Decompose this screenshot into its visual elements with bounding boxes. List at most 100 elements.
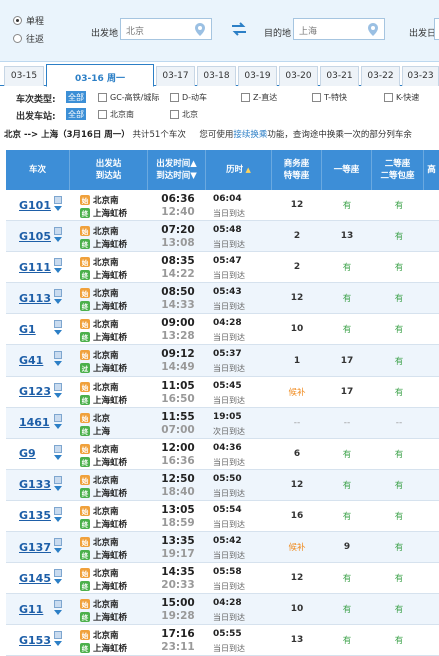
stop-info-icon[interactable]: [54, 351, 62, 360]
filter-gc[interactable]: GC-高铁/城际: [98, 92, 159, 103]
chevron-down-icon[interactable]: [54, 548, 62, 554]
date-tab[interactable]: 03-20: [279, 66, 318, 86]
train-number-link[interactable]: 1461: [19, 416, 50, 429]
table-row[interactable]: G153 始北京南终上海虹桥 17:16 23:11 05:55 当日到达 13 有有: [6, 625, 439, 656]
checkbox[interactable]: [312, 93, 321, 102]
stop-info-icon[interactable]: [54, 258, 62, 267]
col-duration-label[interactable]: 历时: [226, 165, 243, 175]
train-number-link[interactable]: G1: [19, 323, 36, 336]
checkbox[interactable]: [98, 93, 107, 102]
table-row[interactable]: G113 始北京南终上海虹桥 08:50 14:33 05:43 当日到达 12 有有: [6, 283, 439, 315]
table-row[interactable]: G145 始北京南终上海虹桥 14:35 20:33 05:58 当日到达 12 有有: [6, 563, 439, 595]
stop-info-icon[interactable]: [54, 413, 62, 422]
date-tab[interactable]: 03-21: [320, 66, 359, 86]
stop-info-icon[interactable]: [54, 320, 62, 329]
filter-station-beijingnan[interactable]: 北京南: [98, 109, 134, 120]
train-number-link[interactable]: G11: [19, 603, 43, 616]
filter-z[interactable]: Z-直达: [241, 92, 277, 103]
radio-roundtrip[interactable]: [13, 34, 22, 43]
table-row[interactable]: G111 始北京南终上海虹桥 08:35 14:22 05:47 当日到达 2 有有: [6, 252, 439, 284]
chevron-down-icon[interactable]: [54, 392, 62, 398]
filter-k[interactable]: K-快速: [384, 92, 419, 103]
table-row[interactable]: G123 始北京南终上海虹桥 11:05 16:50 05:45 当日到达 候补 17 有: [6, 377, 439, 408]
chevron-down-icon[interactable]: [54, 361, 62, 367]
chevron-down-icon[interactable]: [54, 268, 62, 274]
train-number-link[interactable]: G111: [19, 261, 51, 274]
train-number-link[interactable]: G135: [19, 509, 51, 522]
col-times[interactable]: 出发时间▲ 到达时间▼: [148, 150, 206, 190]
train-number-link[interactable]: G113: [19, 292, 51, 305]
chevron-down-icon[interactable]: [54, 579, 62, 585]
date-tab[interactable]: 03-18: [197, 66, 236, 86]
chevron-down-icon[interactable]: [54, 610, 62, 616]
radio-oneway[interactable]: [13, 16, 22, 25]
checkbox[interactable]: [384, 93, 393, 102]
chevron-down-icon[interactable]: [54, 641, 62, 647]
stop-info-icon[interactable]: [54, 227, 62, 236]
chevron-down-icon[interactable]: [54, 454, 62, 460]
table-row[interactable]: G133 始北京南终上海虹桥 12:50 18:40 05:50 当日到达 12 有有: [6, 469, 439, 501]
checkbox[interactable]: [241, 93, 250, 102]
date-tab[interactable]: 03-15: [4, 66, 44, 86]
from-input[interactable]: 北京: [120, 18, 212, 40]
date-tab[interactable]: 03-19: [238, 66, 277, 86]
location-pin-icon[interactable]: [368, 23, 378, 36]
date-tab[interactable]: 03-17: [156, 66, 195, 86]
train-number-link[interactable]: G101: [19, 199, 51, 212]
train-number-link[interactable]: G41: [19, 354, 43, 367]
checkbox[interactable]: [170, 93, 179, 102]
date-input[interactable]: [434, 18, 439, 40]
table-row[interactable]: G41 始北京南过上海虹桥 09:12 14:49 05:37 当日到达 1 17 有: [6, 345, 439, 377]
chevron-down-icon[interactable]: [54, 423, 62, 429]
train-number-link[interactable]: G123: [19, 385, 51, 398]
stop-info-icon[interactable]: [54, 569, 62, 578]
sort-departure[interactable]: 出发时间▲: [156, 158, 197, 170]
transfer-link[interactable]: 接续换乘: [233, 130, 267, 140]
location-pin-icon[interactable]: [195, 23, 205, 36]
chevron-down-icon[interactable]: [54, 299, 62, 305]
table-row[interactable]: G1 始北京南终上海虹桥 09:00 13:28 04:28 当日到达 10 有有: [6, 314, 439, 346]
sort-arrival[interactable]: 到达时间▼: [156, 170, 197, 182]
stop-info-icon[interactable]: [54, 382, 62, 391]
chevron-down-icon[interactable]: [54, 237, 62, 243]
stop-info-icon[interactable]: [54, 600, 62, 609]
col-duration[interactable]: 历时 ▲: [206, 150, 272, 190]
stop-info-icon[interactable]: [54, 444, 62, 453]
date-tab-active[interactable]: 03-16 周一: [46, 64, 154, 87]
stop-info-icon[interactable]: [54, 506, 62, 515]
stop-info-icon[interactable]: [54, 196, 62, 204]
filter-t[interactable]: T-特快: [312, 92, 347, 103]
table-row[interactable]: G9 始北京南终上海虹桥 12:00 16:36 04:36 当日到达 6 有有: [6, 439, 439, 470]
trip-type-roundtrip[interactable]: 往返: [13, 32, 44, 45]
chevron-down-icon[interactable]: [54, 485, 62, 491]
filter-station-beijing[interactable]: 北京: [170, 109, 198, 120]
train-number-link[interactable]: G133: [19, 478, 51, 491]
chevron-down-icon[interactable]: [54, 330, 62, 336]
checkbox[interactable]: [170, 110, 179, 119]
checkbox[interactable]: [98, 110, 107, 119]
table-row[interactable]: G101 始北京南终上海虹桥 06:36 12:40 06:04 当日到达 12 有有: [6, 190, 439, 222]
table-row[interactable]: G135 始北京南终上海虹桥 13:05 18:59 05:54 当日到达 16 有有: [6, 501, 439, 533]
train-type-all-button[interactable]: 全部: [66, 91, 86, 103]
table-row[interactable]: G11 始北京南终上海虹桥 15:00 19:28 04:28 当日到达 10 有有: [6, 594, 439, 626]
station-all-button[interactable]: 全部: [66, 108, 86, 120]
train-number-link[interactable]: G105: [19, 230, 51, 243]
to-input[interactable]: 上海: [293, 18, 385, 40]
stop-info-icon[interactable]: [54, 475, 62, 484]
date-tab[interactable]: 03-23: [402, 66, 439, 86]
stop-info-icon[interactable]: [54, 538, 62, 547]
chevron-down-icon[interactable]: [54, 206, 62, 211]
table-row[interactable]: G105 始北京南终上海虹桥 07:20 13:08 05:48 当日到达 2 13 有: [6, 221, 439, 253]
train-number-link[interactable]: G145: [19, 572, 51, 585]
trip-type-oneway[interactable]: 单程: [13, 14, 44, 27]
filter-d[interactable]: D-动车: [170, 92, 207, 103]
swap-icon[interactable]: [231, 22, 247, 36]
table-row[interactable]: 1461 始北京终上海 11:55 07:00 19:05 次日到达 -- -- --: [6, 407, 439, 439]
train-number-link[interactable]: G9: [19, 447, 36, 460]
train-number-link[interactable]: G137: [19, 541, 51, 554]
train-number-link[interactable]: G153: [19, 634, 51, 647]
table-row[interactable]: G137 始北京南终上海虹桥 13:35 19:17 05:42 当日到达 候补 9 有: [6, 532, 439, 564]
date-tab[interactable]: 03-22: [361, 66, 400, 86]
stop-info-icon[interactable]: [54, 631, 62, 640]
chevron-down-icon[interactable]: [54, 516, 62, 522]
